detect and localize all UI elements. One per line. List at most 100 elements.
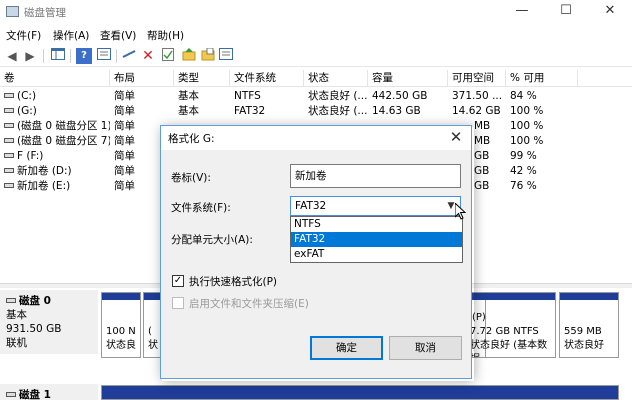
- volume-free-space: 371.50 ...: [452, 90, 503, 102]
- partition-status: 状态良好: [564, 340, 604, 351]
- delete-icon[interactable]: ✕: [140, 48, 156, 64]
- menu-help[interactable]: 帮助(H): [147, 28, 184, 43]
- compression-checkbox[interactable]: [172, 297, 184, 309]
- compression-label[interactable]: 启用文件和文件夹压缩(E): [189, 296, 309, 311]
- volume-list-header: 卷 布局 类型 文件系统 状态 容量 可用空间 % 可用: [0, 70, 632, 87]
- volume-icon: [4, 107, 14, 113]
- menu-view[interactable]: 查看(V): [100, 28, 136, 43]
- volume-name: (C:): [17, 90, 37, 102]
- column-header-volume[interactable]: 卷: [0, 70, 110, 87]
- column-header-free-space[interactable]: 可用空间: [448, 70, 506, 87]
- volume-layout: 简单: [114, 120, 135, 132]
- table-row[interactable]: (G:) 简单 基本 FAT32 状态良好 (... 14.63 GB 14.6…: [0, 104, 632, 119]
- column-header-status[interactable]: 状态: [304, 70, 368, 87]
- column-header-capacity[interactable]: 容量: [368, 70, 448, 87]
- volume-name: 新加卷 (D:): [17, 165, 72, 177]
- partition-size: (: [148, 326, 152, 337]
- file-system-selected-value: FAT32: [295, 200, 327, 212]
- file-system-dropdown: NTFS FAT32 exFAT: [290, 216, 463, 263]
- volume-icon: [4, 167, 14, 173]
- partition-size: 559 MB: [564, 326, 602, 337]
- partition-size: 100 N: [106, 326, 136, 337]
- file-system-option-fat32[interactable]: FAT32: [291, 232, 462, 247]
- volume-icon: [4, 122, 14, 128]
- file-system-option-ntfs[interactable]: NTFS: [291, 217, 462, 232]
- file-system-option-exfat[interactable]: exFAT: [291, 247, 462, 262]
- disk-management-app-icon: [6, 6, 19, 17]
- volume-status: 状态良好 (...: [308, 105, 368, 117]
- window-title: 磁盘管理: [24, 7, 66, 19]
- volume-percent-free: 99 %: [510, 150, 537, 162]
- volume-percent-free: 84 %: [510, 90, 537, 102]
- properties-icon[interactable]: [96, 48, 112, 64]
- connect-icon[interactable]: [121, 48, 137, 64]
- allocation-unit-caption: 分配单元大小(A):: [171, 234, 253, 246]
- column-header-type[interactable]: 类型: [174, 70, 230, 87]
- table-row[interactable]: (C:) 简单 基本 NTFS 状态良好 (... 442.50 GB 371.…: [0, 89, 632, 104]
- quick-format-checkbox[interactable]: ✓: [172, 275, 184, 287]
- volume-layout: 简单: [114, 105, 135, 117]
- format-dialog: 格式化 G: ✕ 卷标(V): 新加卷 文件系统(F): FAT32 ▼ 分配单…: [160, 125, 472, 379]
- volume-free-space: GB: [474, 150, 490, 162]
- volume-name: 新加卷 (E:): [17, 180, 71, 192]
- volume-filesystem: FAT32: [234, 105, 266, 117]
- column-header-percent-free[interactable]: % 可用: [506, 70, 578, 87]
- disk-0-partition[interactable]: 100 N 状态良: [101, 292, 141, 358]
- window-titlebar: 磁盘管理 — ☐ ✕: [0, 0, 632, 24]
- menu-bar: 文件(F) 操作(A) 查看(V) 帮助(H): [0, 26, 632, 44]
- volume-filesystem: NTFS: [234, 90, 261, 102]
- forward-arrow-icon[interactable]: ▶: [22, 48, 38, 64]
- volume-layout: 简单: [114, 165, 135, 177]
- volume-layout: 简单: [114, 135, 135, 147]
- disk-1-partition[interactable]: [101, 385, 619, 400]
- volume-status: 状态良好 (...: [308, 90, 368, 102]
- disk-0-name: 磁盘 0: [19, 295, 51, 307]
- toolbar-separator: [70, 49, 71, 63]
- disk-0-partition[interactable]: 7.72 GB NTFS 状态良好 (基本数据: [466, 292, 556, 358]
- help-icon[interactable]: ?: [76, 48, 92, 64]
- dialog-close-button[interactable]: ✕: [445, 127, 467, 147]
- close-button[interactable]: ✕: [588, 0, 632, 24]
- console-tree-icon[interactable]: [50, 48, 66, 64]
- volume-free-space: GB: [474, 180, 490, 192]
- partition-status: 状: [148, 340, 158, 351]
- column-header-filesystem[interactable]: 文件系统: [230, 70, 304, 87]
- partition-status: 状态良好 (基本数据: [470, 340, 548, 357]
- menu-file[interactable]: 文件(F): [6, 28, 41, 43]
- volume-label-input[interactable]: 新加卷: [290, 164, 461, 188]
- volume-name: (磁盘 0 磁盘分区 7): [17, 135, 110, 147]
- dialog-title: 格式化 G:: [168, 133, 215, 145]
- column-header-layout[interactable]: 布局: [110, 70, 174, 87]
- disk-0-state: 联机: [6, 337, 27, 349]
- quick-format-label[interactable]: 执行快速格式化(P): [189, 274, 277, 289]
- volume-type: 基本: [178, 90, 199, 102]
- new-folder-icon[interactable]: [181, 48, 197, 64]
- volume-free-space: GB: [474, 165, 490, 177]
- cancel-button[interactable]: 取消: [389, 336, 462, 360]
- toolbar: ◀ ▶ ? ✕: [0, 45, 632, 67]
- file-system-caption: 文件系统(F):: [171, 202, 231, 214]
- volume-free-space: MB: [474, 120, 491, 132]
- volume-capacity: 442.50 GB: [372, 90, 428, 102]
- volume-icon: [4, 182, 14, 188]
- file-system-select[interactable]: FAT32 ▼: [290, 196, 461, 216]
- volume-layout: 简单: [114, 150, 135, 162]
- volume-capacity: 14.63 GB: [372, 105, 421, 117]
- minimize-button[interactable]: —: [500, 0, 544, 24]
- checklist-icon[interactable]: [160, 48, 176, 64]
- maximize-button[interactable]: ☐: [544, 0, 588, 24]
- back-arrow-icon[interactable]: ◀: [4, 48, 20, 64]
- ok-button[interactable]: 确定: [310, 336, 383, 360]
- disk-0-partition[interactable]: 559 MB 状态良好: [559, 292, 619, 358]
- volume-label-caption: 卷标(V):: [171, 172, 211, 184]
- volume-free-space: 14.62 GB: [452, 105, 501, 117]
- volume-percent-free: 100 %: [510, 105, 544, 117]
- volume-name: (G:): [17, 105, 37, 117]
- disk-icon: [6, 297, 16, 303]
- volume-icon: [4, 152, 14, 158]
- console-view-icon[interactable]: [218, 48, 234, 64]
- open-folder-icon[interactable]: [200, 47, 216, 64]
- volume-layout: 简单: [114, 180, 135, 192]
- disk-0-type: 基本: [6, 309, 27, 321]
- menu-action[interactable]: 操作(A): [53, 28, 89, 43]
